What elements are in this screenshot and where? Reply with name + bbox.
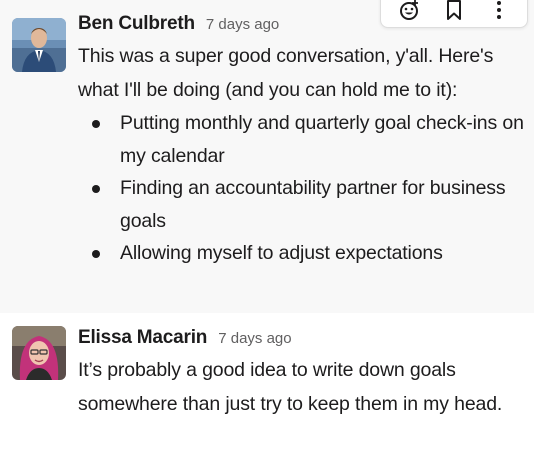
message-hover-actions [380,0,528,28]
bullet-list: Putting monthly and quarterly goal check… [90,107,528,270]
message-text: This was a super good conversation, y'al… [78,45,494,101]
message-elissa-macarin[interactable]: Elissa Macarin 7 days ago It’s probably … [0,313,534,459]
list-item: Finding an accountability partner for bu… [90,172,528,237]
author-name[interactable]: Ben Culbreth [78,13,195,35]
avatar-ben-culbreth[interactable] [12,18,66,72]
author-name[interactable]: Elissa Macarin [78,327,207,349]
save-message-button[interactable] [436,0,472,26]
message-ben-culbreth[interactable]: Ben Culbreth 7 days ago This was a super… [0,0,534,313]
message-content: Elissa Macarin 7 days ago It’s probably … [78,327,528,421]
bullet-dot [92,120,100,128]
timestamp[interactable]: 7 days ago [218,330,291,347]
add-reaction-icon [400,0,419,20]
list-item-text: Putting monthly and quarterly goal check… [120,112,524,167]
message-content: Ben Culbreth 7 days ago This was a super… [78,13,528,270]
list-item-text: Finding an accountability partner for bu… [120,177,506,232]
bullet-dot [92,250,100,258]
message-meta: Elissa Macarin 7 days ago [78,327,528,353]
bullet-dot [92,185,100,193]
bookmark-icon [446,0,461,20]
list-item: Putting monthly and quarterly goal check… [90,107,528,172]
avatar-image [12,18,66,72]
timestamp[interactable]: 7 days ago [206,16,279,33]
more-actions-button[interactable] [481,0,517,26]
add-reaction-button[interactable] [391,0,427,26]
list-item: Allowing myself to adjust expectations [90,237,528,270]
more-actions-icon [496,1,501,19]
list-item-text: Allowing myself to adjust expectations [120,242,443,264]
avatar-image [12,326,66,380]
avatar-elissa-macarin[interactable] [12,326,66,380]
message-text: It’s probably a good idea to write down … [78,359,503,415]
